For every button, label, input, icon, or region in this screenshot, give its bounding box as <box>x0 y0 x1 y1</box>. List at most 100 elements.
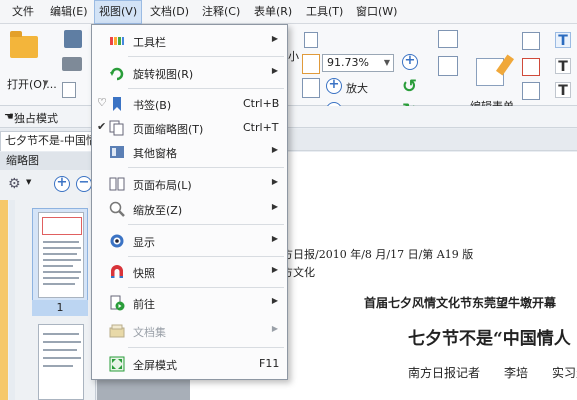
radio-field-icon[interactable] <box>522 82 540 100</box>
menu-item-label: 书签(B) <box>133 99 172 112</box>
zoom-in-icon[interactable]: + <box>54 176 70 192</box>
article-byline: 南方日报记者 李培 实习生 <box>408 366 577 380</box>
chevron-down-icon: ▼ <box>383 58 390 67</box>
menu-edit[interactable]: 编辑(E) <box>46 0 92 24</box>
menu-form[interactable]: 表单(R) <box>250 0 296 24</box>
open-button-label[interactable]: 打开(O)... <box>7 76 57 92</box>
submenu-arrow-icon: ▶ <box>271 177 278 186</box>
actual-size-icon[interactable] <box>302 78 320 98</box>
thumb-line <box>43 253 77 255</box>
chevron-down-icon[interactable]: ▼ <box>43 79 48 87</box>
typewriter-icon[interactable]: T <box>555 58 571 75</box>
zoom-select[interactable]: 91.73% ▼ <box>322 54 394 72</box>
submenu-arrow-icon: ▶ <box>271 296 278 305</box>
bookmark-icon <box>113 97 121 111</box>
checkmark-icon: ✔ <box>97 120 107 133</box>
menu-tools[interactable]: 工具(T) <box>302 0 347 24</box>
menu-item-toolbar[interactable]: 工具栏 ▶ <box>93 29 288 53</box>
menu-item-display[interactable]: 显示 ▶ <box>93 229 288 253</box>
text-tool-icon[interactable]: T <box>555 32 571 49</box>
checkbox-field-icon[interactable] <box>522 58 540 76</box>
menu-item-rotate-view[interactable]: 旋转视图(R) ▶ <box>93 61 288 85</box>
small-label: 小 <box>288 50 299 63</box>
menu-separator <box>128 167 284 168</box>
gear-icon[interactable]: ⚙ <box>8 176 21 192</box>
thumbnail-panel: 缩略图 ⚙ ▼ + − 1 <box>0 152 96 400</box>
menu-item-shortcut: Ctrl+T <box>243 121 279 134</box>
menu-item-label: 其他窗格 <box>133 147 177 160</box>
menu-document[interactable]: 文档(D) <box>146 0 193 24</box>
menu-item-go-to[interactable]: 前往 ▶ <box>93 291 288 315</box>
ribbon: 打开(O)... ▼ 小 91.73% ▼ + + 放大 − 缩小 ↺ ↻ 编辑… <box>0 24 577 121</box>
zoom-in-magnifier-icon[interactable]: + <box>402 54 418 70</box>
goto-icon <box>110 295 125 311</box>
article-subtitle: 首届七夕风情文化节东莞望牛墩开幕 <box>364 296 557 310</box>
add-page-icon[interactable] <box>438 56 458 76</box>
submenu-arrow-icon: ▶ <box>271 145 278 154</box>
page-thumbnail[interactable] <box>38 324 84 400</box>
save-icon[interactable] <box>64 30 82 48</box>
thumb-line <box>43 265 73 267</box>
magnet-icon <box>111 265 123 278</box>
submenu-arrow-icon: ▶ <box>271 202 278 211</box>
page-icon[interactable] <box>62 82 76 98</box>
fit-width-icon[interactable] <box>302 54 320 74</box>
menu-view[interactable]: 视图(V) <box>94 0 143 24</box>
menu-item-label: 工具栏 <box>133 36 166 49</box>
menu-item-zoom-to[interactable]: 缩放至(Z) ▶ <box>93 197 288 221</box>
menu-item-label: 文档集 <box>133 326 166 339</box>
zoom-in-label[interactable]: 放大 <box>346 80 368 96</box>
menu-item-other-panes[interactable]: 其他窗格 ▶ <box>93 140 288 164</box>
rotate-left-icon[interactable]: ↺ <box>402 76 417 97</box>
view-menu-dropdown: 工具栏 ▶ 旋转视图(R) ▶ ♡ 书签(B) Ctrl+B ✔ 页面缩略图(T… <box>91 24 288 380</box>
submenu-arrow-icon: ▶ <box>271 34 278 43</box>
select-tool-icon[interactable] <box>438 30 458 48</box>
chevron-down-icon[interactable]: ▼ <box>26 178 31 186</box>
print-icon[interactable] <box>62 57 82 71</box>
menu-separator <box>128 287 284 288</box>
menu-window[interactable]: 窗口(W) <box>352 0 401 24</box>
thumb-line <box>43 365 73 367</box>
menu-separator <box>128 88 284 89</box>
menu-file[interactable]: 文件 <box>8 0 38 24</box>
thumb-line <box>43 271 81 273</box>
panes-icon <box>110 146 124 158</box>
zoom-icon <box>109 201 125 217</box>
exclusive-mode-label[interactable]: 独占模式 <box>14 110 58 126</box>
edit-form-icon[interactable] <box>476 58 504 86</box>
menu-item-label: 显示 <box>133 236 155 249</box>
menu-separator <box>128 256 284 257</box>
page-thumbnail-icon <box>109 120 124 136</box>
page-layout-icon <box>109 177 125 191</box>
zoom-in-icon[interactable]: + <box>326 78 342 94</box>
menu-item-page-layout[interactable]: 页面布局(L) ▶ <box>93 172 288 196</box>
thumbnail-page-number: 1 <box>32 300 88 316</box>
page-thumbnail[interactable] <box>38 212 84 298</box>
thumb-line <box>43 357 81 359</box>
menu-item-label: 快照 <box>133 267 155 280</box>
menu-item-snapshot[interactable]: 快照 ▶ <box>93 260 288 284</box>
visible-area-indicator[interactable] <box>42 217 82 235</box>
document-tab[interactable]: 七夕节不是-中国情 <box>0 131 96 151</box>
menu-item-shortcut: Ctrl+B <box>243 97 280 110</box>
menu-item-fullscreen[interactable]: 全屏模式 F11 <box>93 352 288 376</box>
bookmark-strip[interactable] <box>0 200 8 400</box>
thumb-line <box>43 333 79 335</box>
menu-item-page-thumbnails[interactable]: ✔ 页面缩略图(T) Ctrl+T <box>93 116 288 140</box>
menu-comment[interactable]: 注释(C) <box>198 0 244 24</box>
thumb-line <box>43 277 79 279</box>
hand-icon[interactable]: ☚ <box>4 110 14 123</box>
open-folder-icon[interactable] <box>10 31 38 58</box>
zoom-out-icon[interactable]: − <box>76 176 92 192</box>
menu-item-bookmarks[interactable]: ♡ 书签(B) Ctrl+B <box>93 92 288 116</box>
checkmark-icon: ♡ <box>97 96 107 109</box>
submenu-arrow-icon: ▶ <box>271 324 278 333</box>
menu-item-label: 缩放至(Z) <box>133 204 183 217</box>
zoom-value: 91.73% <box>327 56 369 69</box>
fit-page-icon[interactable] <box>304 32 318 48</box>
text-box-icon[interactable]: T <box>555 82 571 99</box>
menu-separator <box>128 224 284 225</box>
submenu-arrow-icon: ▶ <box>271 66 278 75</box>
text-field-icon[interactable] <box>522 32 540 50</box>
toolbar-icon <box>110 37 124 45</box>
